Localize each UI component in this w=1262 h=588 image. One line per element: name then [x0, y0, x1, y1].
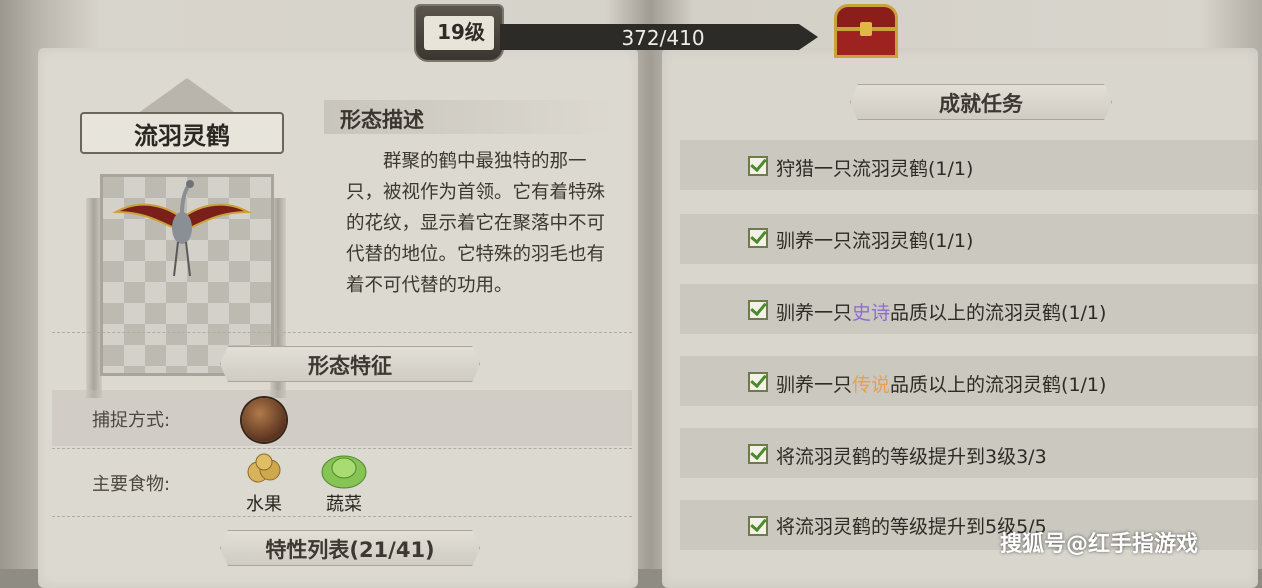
checkbox-checked-icon [748, 228, 768, 248]
quest-text: 驯养一只史诗品质以上的流羽灵鹤(1/1) [776, 302, 1107, 324]
checkbox-checked-icon [748, 300, 768, 320]
food-fruit-label: 水果 [246, 494, 282, 515]
capture-ball-icon[interactable] [242, 398, 286, 442]
epic-quality-label: 史诗 [852, 302, 891, 324]
divider [52, 448, 632, 449]
food-vegetable-label: 蔬菜 [326, 494, 362, 515]
checkbox-checked-icon [748, 156, 768, 176]
features-title: 形态特征 [308, 354, 392, 378]
quest-text: 狩猎一只流羽灵鹤(1/1) [776, 158, 974, 180]
creature-name: 流羽灵鹤 [134, 122, 230, 150]
quest-text: 驯养一只流羽灵鹤(1/1) [776, 230, 974, 252]
xp-text: 372/410 [621, 26, 705, 50]
level-text: 19级 [437, 20, 485, 44]
fruit-icon[interactable] [242, 448, 286, 488]
quest-text: 驯养一只传说品质以上的流羽灵鹤(1/1) [776, 374, 1107, 396]
description-body: 群聚的鹤中最独特的那一只，被视作为首领。它有着特殊的花纹，显示着它在聚落中不可代… [346, 151, 606, 296]
level-badge: 19级 [414, 4, 504, 62]
watermark: 搜狐号@红手指游戏 [1000, 532, 1199, 557]
divider [52, 332, 632, 333]
quest-text: 将流羽灵鹤的等级提升到3级3/3 [776, 446, 1047, 468]
description-title: 形态描述 [340, 108, 424, 132]
food-label: 主要食物: [92, 474, 171, 495]
traits-title: 特性列表(21/41) [265, 538, 435, 562]
legend-quality-label: 传说 [852, 374, 891, 396]
checkbox-checked-icon [748, 444, 768, 464]
divider [52, 516, 632, 517]
treasure-chest-icon[interactable] [830, 2, 902, 60]
achievements-title: 成就任务 [939, 92, 1023, 116]
checkbox-checked-icon [748, 372, 768, 392]
capture-label: 捕捉方式: [92, 410, 171, 431]
checkbox-checked-icon [748, 516, 768, 536]
crane-image[interactable] [112, 178, 252, 278]
vegetable-icon[interactable] [318, 450, 370, 490]
